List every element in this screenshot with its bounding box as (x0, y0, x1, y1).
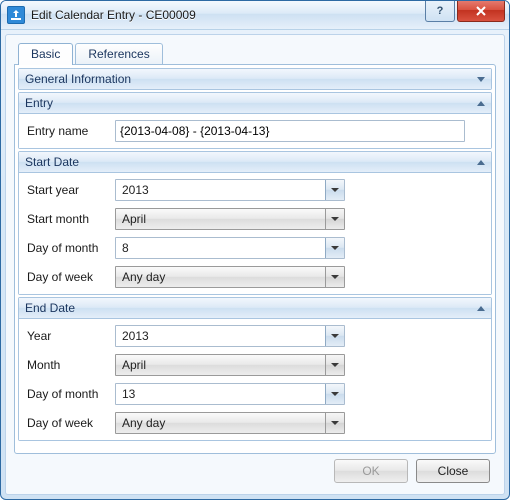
end-year-select[interactable]: 2013 (115, 325, 345, 347)
dropdown-icon (325, 326, 344, 346)
chevron-up-icon (477, 160, 485, 165)
label-end-year: Year (25, 329, 115, 343)
client-area: Basic References General Information Ent… (5, 34, 505, 495)
help-button[interactable]: ? (425, 1, 455, 22)
section-header-end[interactable]: End Date (19, 298, 491, 319)
label-start-month: Start month (25, 212, 115, 226)
tab-strip: Basic References (18, 43, 496, 65)
section-title-start: Start Date (25, 155, 79, 169)
dialog-footer: OK Close (14, 454, 496, 488)
section-start-date: Start Date Start year 2013 (18, 151, 492, 295)
label-start-year: Start year (25, 183, 115, 197)
section-title-end: End Date (25, 301, 75, 315)
start-month-value: April (116, 209, 325, 229)
chevron-up-icon (477, 101, 485, 106)
row-end-year: Year 2013 (25, 325, 487, 347)
row-end-dow: Day of week Any day (25, 412, 487, 434)
end-month-select[interactable]: April (115, 354, 345, 376)
row-start-year: Start year 2013 (25, 179, 487, 201)
tab-basic[interactable]: Basic (18, 43, 73, 65)
dropdown-icon (325, 267, 344, 287)
section-header-general[interactable]: General Information (19, 69, 491, 89)
close-button[interactable]: Close (416, 459, 490, 483)
label-entry-name: Entry name (25, 124, 115, 138)
chevron-up-icon (477, 306, 485, 311)
section-header-entry[interactable]: Entry (19, 93, 491, 114)
start-year-value: 2013 (116, 180, 325, 200)
dropdown-icon (325, 238, 344, 258)
row-start-month: Start month April (25, 208, 487, 230)
end-dom-select[interactable]: 13 (115, 383, 345, 405)
start-dow-value: Any day (116, 267, 325, 287)
section-title-entry: Entry (25, 96, 53, 110)
dropdown-icon (325, 355, 344, 375)
dropdown-icon (325, 180, 344, 200)
row-start-dom: Day of month 8 (25, 237, 487, 259)
dialog-window: Edit Calendar Entry - CE00009 ? Basic Re… (0, 0, 510, 500)
label-end-month: Month (25, 358, 115, 372)
close-window-button[interactable] (457, 1, 505, 22)
app-icon (7, 6, 25, 24)
section-header-start[interactable]: Start Date (19, 152, 491, 173)
dropdown-icon (325, 209, 344, 229)
start-dow-select[interactable]: Any day (115, 266, 345, 288)
end-year-value: 2013 (116, 326, 325, 346)
end-dow-select[interactable]: Any day (115, 412, 345, 434)
start-year-select[interactable]: 2013 (115, 179, 345, 201)
titlebar: Edit Calendar Entry - CE00009 ? (1, 1, 509, 30)
row-end-dom: Day of month 13 (25, 383, 487, 405)
end-month-value: April (116, 355, 325, 375)
label-start-dow: Day of week (25, 270, 115, 284)
section-general: General Information (18, 68, 492, 90)
row-end-month: Month April (25, 354, 487, 376)
dropdown-icon (325, 413, 344, 433)
label-end-dom: Day of month (25, 387, 115, 401)
start-dom-select[interactable]: 8 (115, 237, 345, 259)
tab-references[interactable]: References (75, 43, 162, 65)
ok-button[interactable]: OK (334, 459, 408, 483)
window-title: Edit Calendar Entry - CE00009 (31, 1, 419, 29)
end-dom-value: 13 (116, 384, 325, 404)
label-end-dow: Day of week (25, 416, 115, 430)
row-entry-name: Entry name (25, 120, 487, 142)
window-controls: ? (425, 1, 505, 21)
row-start-dow: Day of week Any day (25, 266, 487, 288)
chevron-down-icon (477, 77, 485, 82)
label-start-dom: Day of month (25, 241, 115, 255)
entry-name-input[interactable] (115, 120, 465, 142)
dropdown-icon (325, 384, 344, 404)
end-dow-value: Any day (116, 413, 325, 433)
section-end-date: End Date Year 2013 Month (18, 297, 492, 441)
start-month-select[interactable]: April (115, 208, 345, 230)
section-title-general: General Information (25, 72, 131, 86)
start-dom-value: 8 (116, 238, 325, 258)
section-entry: Entry Entry name (18, 92, 492, 149)
tab-body-basic: General Information Entry Entry name (14, 64, 496, 454)
